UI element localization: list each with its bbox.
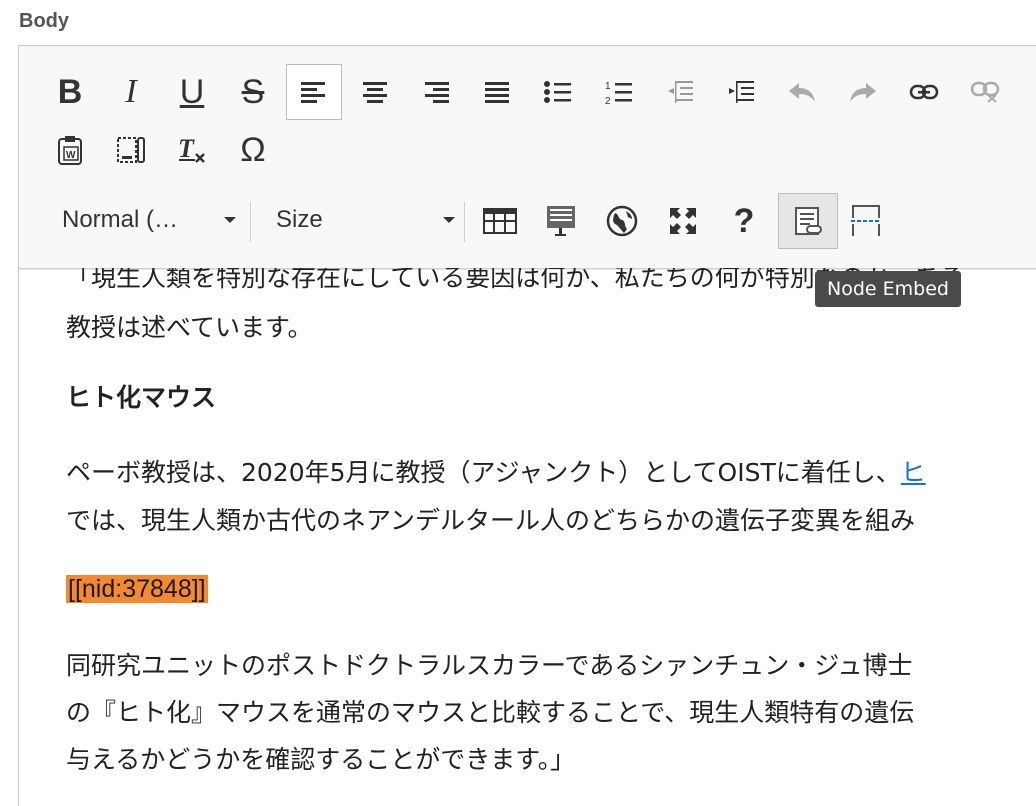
node-embed-icon <box>795 207 822 235</box>
remove-format-button[interactable]: T <box>164 122 220 178</box>
section-heading: ヒト化マウス <box>66 383 217 412</box>
decrease-indent-icon <box>668 81 693 103</box>
editor-content[interactable]: 「現生人類を特別な存在にしている要因は何か、私たちの何が特別なのか、ある 教授は… <box>19 268 1036 806</box>
decrease-indent-button[interactable] <box>652 64 708 120</box>
inline-link[interactable]: ヒ <box>901 458 926 487</box>
paragraph-line: 同研究ユニットのポストドクトラルスカラーであるシァンチュン・ジュ博士 <box>66 651 913 680</box>
bold-button[interactable]: B <box>42 64 98 120</box>
numbered-list-icon: 12 <box>605 81 632 105</box>
align-right-icon <box>425 82 449 103</box>
rich-text-editor: B I U S 12 W T Ω Normal (… Size ? 「現生人類を… <box>18 45 1036 806</box>
help-button[interactable]: ? <box>716 193 772 249</box>
svg-text:W: W <box>66 150 76 161</box>
node-embed-button[interactable] <box>778 193 838 249</box>
paragraph-line: では、現生人類か古代のネアンデルタール人のどちらかの遺伝子変異を組み <box>66 506 916 535</box>
align-center-button[interactable] <box>347 64 403 120</box>
node-embed-token: [[nid:37848]] <box>66 574 208 604</box>
template-button[interactable] <box>533 193 589 249</box>
format-dropdown[interactable]: Normal (… <box>52 196 248 244</box>
nid-token[interactable]: [[nid:37848]] <box>66 575 208 603</box>
chevron-down-icon <box>443 217 455 223</box>
numbered-list-button[interactable]: 12 <box>591 64 647 120</box>
paste-as-text-icon <box>117 137 145 163</box>
paragraph-text: ペーボ教授は、2020年5月に教授（アジャンクト）としてOISTに着任し、 <box>66 458 901 487</box>
table-button[interactable] <box>472 193 528 249</box>
justify-button[interactable] <box>469 64 525 120</box>
paragraph-line: 与えるかどうかを確認することができます。」 <box>66 745 576 774</box>
paste-as-text-button[interactable] <box>103 122 159 178</box>
globe-icon <box>606 205 638 237</box>
justify-icon <box>485 82 509 103</box>
format-dropdown-label: Normal (… <box>62 206 179 233</box>
align-left-icon <box>301 82 325 103</box>
svg-text:T: T <box>178 135 195 163</box>
increase-indent-icon <box>729 81 754 103</box>
special-character-button[interactable]: Ω <box>225 122 281 178</box>
omega-icon: Ω <box>240 131 266 169</box>
paragraph-line: の『ヒト化』マウスを通常のマウスと比較することで、現生人類特有の遺伝 <box>66 698 915 727</box>
align-center-icon <box>363 82 387 103</box>
unlink-button[interactable] <box>957 64 1013 120</box>
link-icon <box>909 84 939 100</box>
page-break-icon <box>851 205 881 236</box>
undo-icon <box>789 83 815 102</box>
help-icon: ? <box>733 202 755 240</box>
size-dropdown[interactable]: Size <box>267 196 467 244</box>
bulleted-list-icon <box>544 81 571 103</box>
remove-format-icon: T <box>178 135 205 163</box>
strikethrough-button[interactable]: S <box>225 64 281 120</box>
toolbar-separator <box>464 202 465 242</box>
page-break-button[interactable] <box>838 193 894 249</box>
field-label: Body <box>19 10 69 32</box>
toolbar-separator <box>250 202 251 242</box>
svg-text:2: 2 <box>605 96 611 105</box>
maximize-icon <box>670 208 696 234</box>
redo-icon <box>850 83 876 102</box>
bold-icon: B <box>57 73 83 111</box>
template-icon <box>547 206 575 236</box>
paste-from-word-button[interactable]: W <box>42 122 98 178</box>
italic-button[interactable]: I <box>103 64 159 120</box>
chevron-down-icon <box>224 217 236 223</box>
paragraph-line: ペーボ教授は、2020年5月に教授（アジャンクト）としてOISTに着任し、ヒ <box>66 453 926 489</box>
svg-text:1: 1 <box>605 81 611 92</box>
redo-button[interactable] <box>835 64 891 120</box>
language-button[interactable] <box>594 193 650 249</box>
undo-button[interactable] <box>774 64 830 120</box>
underline-button[interactable]: U <box>164 64 220 120</box>
underline-icon: U <box>179 73 205 111</box>
unlink-icon <box>970 81 1000 103</box>
table-icon <box>483 208 517 234</box>
editor-toolbar: B I U S 12 W T Ω Normal (… Size ? <box>19 46 1036 269</box>
link-button[interactable] <box>896 64 952 120</box>
paste-from-word-icon: W <box>58 136 82 165</box>
strikethrough-icon: S <box>241 73 265 111</box>
maximize-button[interactable] <box>655 193 711 249</box>
italic-icon: I <box>125 73 137 110</box>
tooltip: Node Embed <box>815 271 961 307</box>
paragraph-line: 教授は述べています。 <box>66 313 313 342</box>
bulleted-list-button[interactable] <box>530 64 586 120</box>
size-dropdown-label: Size <box>276 206 323 233</box>
align-left-button[interactable] <box>286 64 342 120</box>
align-right-button[interactable] <box>408 64 464 120</box>
increase-indent-button[interactable] <box>713 64 769 120</box>
